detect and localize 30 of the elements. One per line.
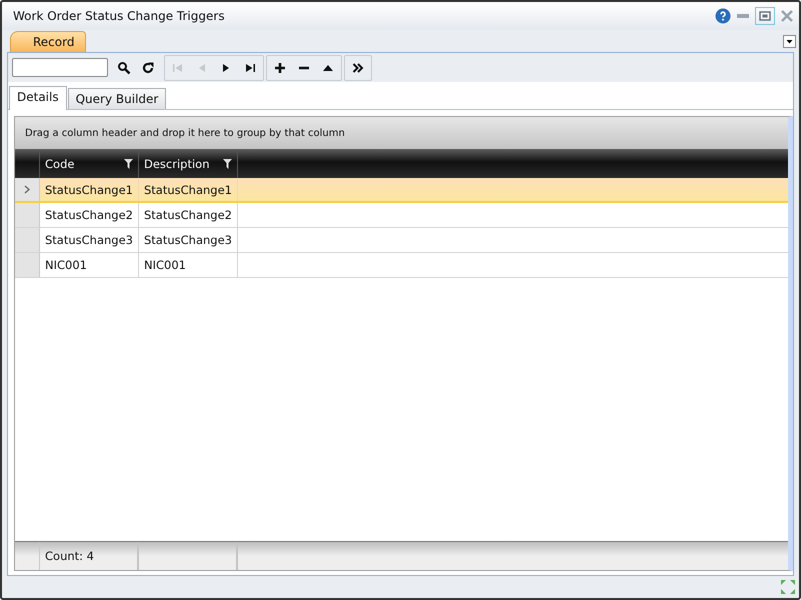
search-field[interactable] (12, 58, 108, 77)
group-hint: Drag a column header and drop it here to group by that column (25, 128, 345, 138)
restore-button[interactable] (755, 7, 775, 25)
help-icon[interactable] (715, 8, 731, 24)
current-row-icon (24, 185, 30, 194)
table-cell: StatusChange2 (139, 203, 238, 227)
table-row[interactable]: StatusChange1 StatusChange1 (15, 178, 788, 203)
search-icon (117, 60, 131, 74)
restore-icon (759, 11, 771, 21)
record-tab[interactable]: Record (10, 31, 86, 52)
filter-icon[interactable] (124, 158, 133, 168)
table-cell: NIC001 (40, 253, 139, 277)
table-cell: StatusChange1 (139, 178, 238, 201)
table-row[interactable]: StatusChange2 StatusChange2 (15, 203, 788, 228)
table-cell: StatusChange3 (139, 228, 238, 252)
filter-icon[interactable] (223, 158, 232, 168)
table-row[interactable]: NIC001 NIC001 (15, 253, 788, 278)
table-cell: StatusChange1 (40, 178, 139, 201)
row-count: Count: 4 (45, 549, 94, 563)
tab[interactable]: Query Builder (68, 88, 166, 109)
table-cell: StatusChange2 (40, 203, 139, 227)
dropdown-icon[interactable] (783, 34, 796, 48)
table-row[interactable]: StatusChange3 StatusChange3 (15, 228, 788, 253)
table-cell: NIC001 (139, 253, 238, 277)
add-icon (273, 60, 287, 74)
tab[interactable]: Details (9, 86, 67, 110)
window-title: Work Order Status Change Triggers (13, 9, 226, 23)
table-cell: StatusChange3 (40, 228, 139, 252)
refresh-icon (141, 60, 155, 74)
more-icon (351, 60, 365, 74)
